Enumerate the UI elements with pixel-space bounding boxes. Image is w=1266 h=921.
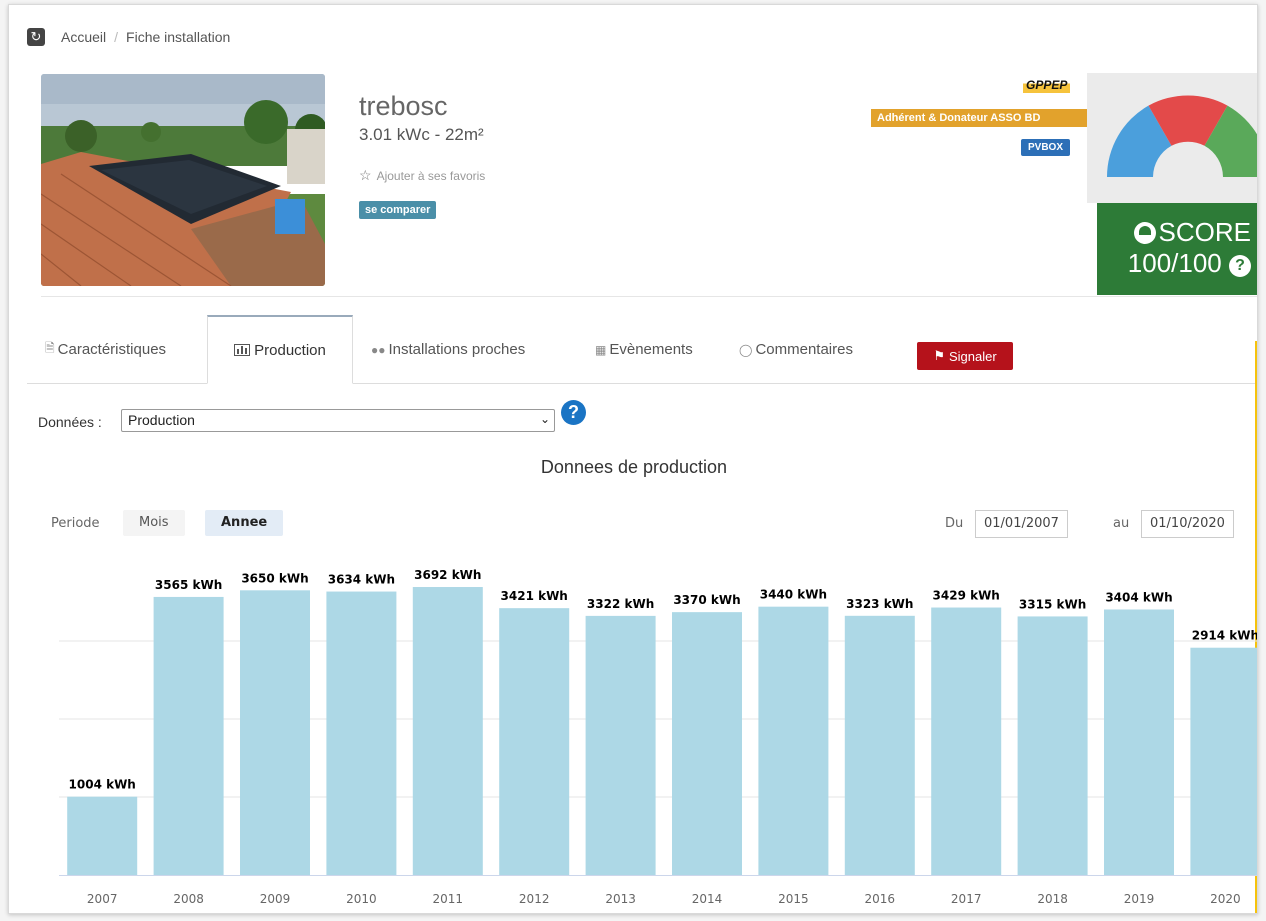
tab-label: Installations proches bbox=[388, 341, 526, 358]
bar-2009[interactable] bbox=[240, 590, 310, 875]
bar-2020[interactable] bbox=[1190, 647, 1258, 875]
score-gauge bbox=[1087, 73, 1257, 203]
comment-icon: ◯ bbox=[739, 342, 753, 357]
score-box: SCORE 100/100 ? bbox=[1097, 203, 1257, 295]
bar-2007[interactable] bbox=[67, 796, 138, 875]
data-label: 1004 kWh bbox=[69, 778, 136, 792]
x-tick-label: 2009 bbox=[260, 892, 291, 906]
document-icon: 🗎 bbox=[45, 341, 55, 355]
data-label: 2914 kWh bbox=[1192, 629, 1258, 643]
bar-2019[interactable] bbox=[1104, 609, 1174, 875]
chevron-down-icon: ⌄ bbox=[539, 412, 550, 426]
x-tick-label: 2014 bbox=[692, 892, 723, 906]
bar-2015[interactable] bbox=[758, 606, 829, 875]
data-label: 3322 kWh bbox=[587, 597, 654, 611]
x-tick-label: 2019 bbox=[1124, 892, 1155, 906]
bar-2010[interactable] bbox=[326, 591, 397, 875]
x-tick-label: 2007 bbox=[87, 892, 118, 906]
x-tick-label: 2011 bbox=[433, 892, 464, 906]
data-label: 3429 kWh bbox=[933, 589, 1000, 603]
data-label: 3650 kWh bbox=[241, 571, 308, 585]
page-frame: ↻ Accueil / Fiche installation trebosc 3… bbox=[8, 4, 1258, 914]
asso-badge: Adhérent & Donateur ASSO BD bbox=[871, 109, 1089, 127]
pvbox-badge: PVBOX bbox=[1021, 139, 1071, 156]
to-date-input[interactable]: 01/10/2020 bbox=[1141, 510, 1234, 538]
refresh-icon[interactable]: ↻ bbox=[27, 28, 45, 46]
bar-2012[interactable] bbox=[499, 608, 570, 875]
bar-2016[interactable] bbox=[844, 615, 915, 875]
production-chart: 1004 kWh 2007 3565 kWh 2008 3650 kWh 2009 3634… bbox=[59, 568, 1258, 906]
x-tick-label: 2018 bbox=[1037, 892, 1068, 906]
bar-2018[interactable] bbox=[1017, 616, 1088, 875]
tab-label: Evènements bbox=[609, 341, 693, 358]
from-date-input[interactable]: 01/01/2007 bbox=[975, 510, 1068, 538]
data-select[interactable]: Production ⌄ bbox=[121, 409, 555, 432]
from-label: Du bbox=[945, 516, 964, 531]
compare-button[interactable]: se comparer bbox=[359, 201, 437, 219]
tab-commentaires[interactable]: ◯ Commentaires bbox=[739, 315, 853, 384]
bar-2011[interactable] bbox=[412, 587, 483, 875]
x-tick-label: 2010 bbox=[346, 892, 377, 906]
breadcrumb-separator: / bbox=[114, 29, 119, 45]
users-icon: ●● bbox=[371, 342, 386, 357]
x-tick-label: 2015 bbox=[778, 892, 809, 906]
bar-chart-icon bbox=[234, 344, 251, 356]
add-favorite-link[interactable]: ☆ Ajouter à ses favoris bbox=[359, 167, 485, 184]
tab-label: Commentaires bbox=[755, 341, 853, 358]
bar-2013[interactable] bbox=[585, 615, 656, 875]
score-value: 100/100 bbox=[1127, 248, 1222, 278]
tab-caracteristiques[interactable]: 🗎 Caractéristiques bbox=[45, 315, 166, 384]
tab-bar: 🗎 Caractéristiques Production ●● Install… bbox=[27, 315, 1257, 384]
to-label: au bbox=[1113, 516, 1130, 531]
installation-photo bbox=[41, 74, 325, 286]
x-tick-label: 2020 bbox=[1210, 892, 1241, 906]
data-label: 3692 kWh bbox=[414, 568, 481, 582]
report-button[interactable]: ⚑ Signaler bbox=[917, 342, 1013, 370]
data-label: 3634 kWh bbox=[328, 573, 395, 587]
data-select-value: Production bbox=[128, 412, 195, 428]
breadcrumb-current: Fiche installation bbox=[126, 29, 231, 45]
tab-installations-proches[interactable]: ●● Installations proches bbox=[371, 315, 525, 384]
tab-evenements[interactable]: ▦ Evènements bbox=[595, 315, 693, 384]
score-label: SCORE bbox=[1158, 217, 1251, 247]
installation-specs: 3.01 kWc - 22m² bbox=[359, 125, 484, 144]
data-label: 3421 kWh bbox=[501, 589, 568, 603]
data-select-label: Données : bbox=[38, 414, 102, 430]
x-tick-label: 2016 bbox=[865, 892, 896, 906]
bar-2008[interactable] bbox=[153, 596, 224, 875]
star-icon: ☆ bbox=[359, 167, 372, 183]
data-label: 3323 kWh bbox=[846, 597, 913, 611]
tab-label: Caractéristiques bbox=[57, 341, 167, 358]
report-label: Signaler bbox=[948, 348, 997, 364]
help-icon[interactable]: ? bbox=[561, 400, 586, 425]
gauge-icon bbox=[1133, 222, 1156, 244]
x-tick-label: 2008 bbox=[173, 892, 204, 906]
data-label: 3315 kWh bbox=[1019, 597, 1086, 611]
data-label: 3370 kWh bbox=[673, 593, 740, 607]
breadcrumb: ↻ Accueil / Fiche installation bbox=[27, 25, 230, 49]
period-year-button[interactable]: Annee bbox=[205, 510, 284, 536]
gppep-logo: GPPEP bbox=[1023, 77, 1071, 93]
question-circle-icon[interactable]: ? bbox=[1229, 255, 1251, 277]
installation-name: trebosc bbox=[359, 91, 448, 121]
tab-production[interactable]: Production bbox=[207, 315, 353, 384]
data-label: 3404 kWh bbox=[1105, 590, 1172, 604]
header-divider bbox=[41, 296, 1257, 297]
tab-label: Production bbox=[254, 341, 326, 359]
bullhorn-icon: ⚑ bbox=[933, 348, 945, 363]
data-label: 3440 kWh bbox=[760, 588, 827, 602]
bar-2017[interactable] bbox=[931, 607, 1002, 875]
x-tick-label: 2013 bbox=[605, 892, 636, 906]
breadcrumb-home[interactable]: Accueil bbox=[61, 29, 106, 45]
x-tick-label: 2012 bbox=[519, 892, 550, 906]
favorite-label: Ajouter à ses favoris bbox=[376, 168, 486, 183]
data-label: 3565 kWh bbox=[155, 578, 222, 592]
period-month-button[interactable]: Mois bbox=[123, 510, 185, 536]
bar-2014[interactable] bbox=[672, 612, 742, 875]
x-tick-label: 2017 bbox=[951, 892, 982, 906]
period-label: Periode bbox=[51, 516, 100, 531]
chart-title: Donnees de production bbox=[540, 457, 728, 477]
calendar-icon: ▦ bbox=[595, 342, 607, 357]
